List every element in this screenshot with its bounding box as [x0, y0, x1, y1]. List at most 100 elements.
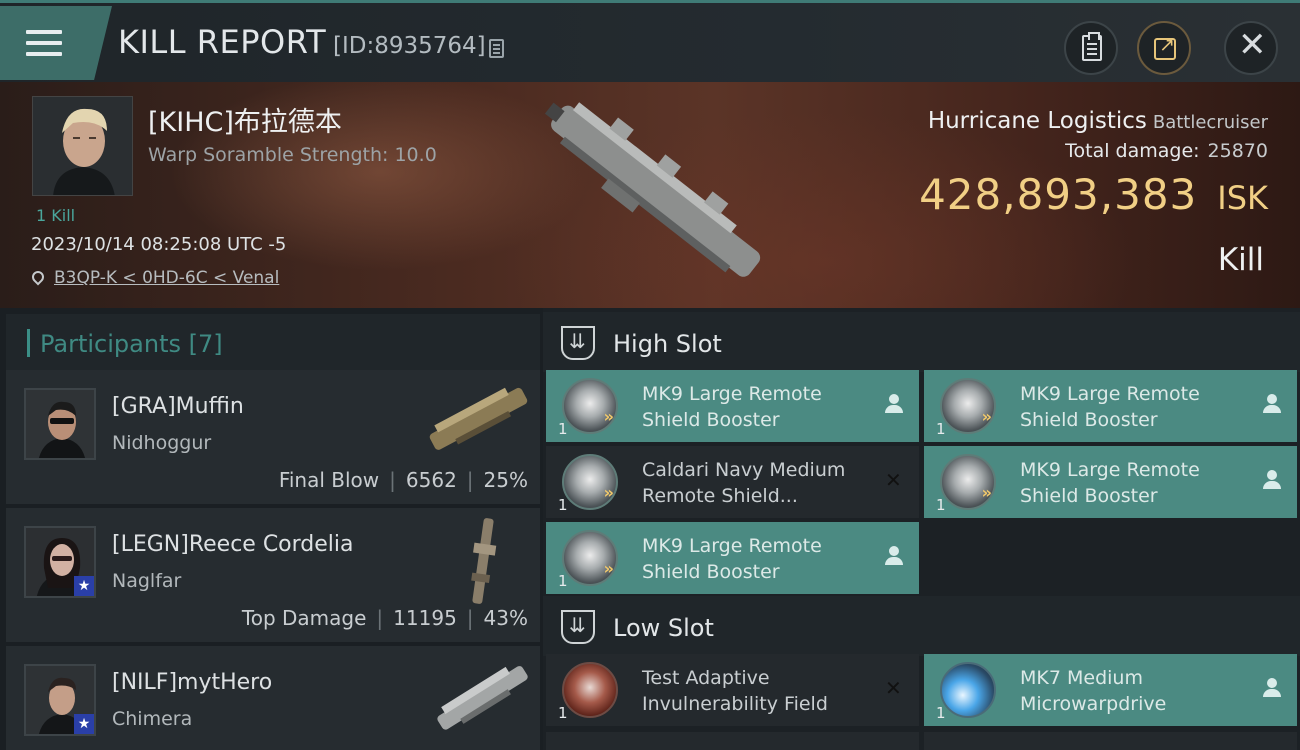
module-name: MK9 Large Remote Shield Booster	[642, 383, 822, 431]
low-slot-title: Low Slot	[613, 614, 714, 642]
module-slot[interactable]: » 1 MK9 Large Remote Shield Booster	[924, 446, 1297, 518]
participant-ship-image	[437, 666, 528, 730]
clipboard-button[interactable]	[1064, 21, 1118, 75]
module-quantity: 1	[936, 496, 946, 514]
warp-scramble-strength: Warp Soramble Strength: 10.0	[148, 144, 437, 166]
participant-damage: 11195	[393, 606, 457, 630]
isk-unit: ISK	[1217, 179, 1268, 217]
participant-role: Top Damage	[241, 606, 367, 630]
dropped-icon	[1261, 678, 1283, 700]
avatar[interactable]	[24, 388, 96, 460]
total-damage: Total damage: 25870	[1065, 140, 1268, 162]
module-slot[interactable]: » 1 MK9 Large Remote Shield Booster	[924, 370, 1297, 442]
participant-stats: Top Damage | 11195 | 43%	[241, 606, 528, 630]
close-button[interactable]: ✕	[1224, 21, 1278, 75]
module-slot[interactable]: » 1 Caldari Navy Medium Remote Shield...	[546, 446, 919, 518]
participant-ship: Chimera	[112, 708, 193, 730]
low-slot-icon	[561, 610, 595, 644]
module-quantity: 1	[558, 704, 568, 722]
shield-booster-icon: »	[940, 454, 996, 510]
result-label: Kill	[1217, 242, 1264, 278]
share-button[interactable]	[1137, 21, 1191, 75]
participants-panel: Participants [7] [GRA]Muffin Nidhoggur F…	[0, 308, 543, 750]
ship-name: Hurricane Logistics	[927, 108, 1147, 134]
star-icon: ★	[74, 714, 94, 734]
page-title: KILL REPORT	[118, 23, 327, 61]
damage-value: 25870	[1207, 140, 1268, 162]
module-slot-partial[interactable]	[546, 732, 919, 750]
participant-row[interactable]: ★ [NILF]mytHero Chimera	[6, 646, 540, 750]
dropped-icon	[1261, 394, 1283, 416]
copy-icon[interactable]	[489, 39, 504, 58]
dropped-icon	[1261, 470, 1283, 492]
shield-booster-icon: »	[562, 454, 618, 510]
module-quantity: 1	[558, 496, 568, 514]
module-name: MK9 Large Remote Shield Booster	[642, 535, 822, 583]
participant-role: Final Blow	[278, 468, 380, 492]
victim-ship-image	[544, 102, 761, 277]
avatar[interactable]: ★	[24, 526, 96, 598]
module-slot[interactable]: » 1 MK9 Large Remote Shield Booster	[546, 522, 919, 594]
module-name: MK9 Large Remote Shield Booster	[1020, 383, 1200, 431]
star-icon: ★	[74, 576, 94, 596]
participant-name[interactable]: [GRA]Muffin	[112, 394, 244, 419]
damage-label: Total damage:	[1065, 140, 1200, 162]
invulnerability-field-icon	[562, 662, 618, 718]
low-slot-header: Low Slot	[543, 596, 1300, 656]
victim-name[interactable]: [KIHC]布拉德本	[148, 100, 342, 139]
kill-timestamp: 2023/10/14 08:25:08 UTC -5	[31, 234, 287, 255]
participant-row[interactable]: [GRA]Muffin Nidhoggur Final Blow | 6562 | 25…	[6, 370, 540, 504]
module-quantity: 1	[558, 420, 568, 438]
menu-button[interactable]	[0, 6, 112, 80]
module-quantity: 1	[936, 704, 946, 722]
participant-name[interactable]: [LEGN]Reece Cordelia	[112, 532, 354, 557]
module-quantity: 1	[936, 420, 946, 438]
participant-ship: Naglfar	[112, 570, 182, 592]
module-quantity: 1	[558, 572, 568, 590]
module-slot[interactable]: 1 MK7 Medium Microwarpdrive	[924, 654, 1297, 726]
high-slot-header: High Slot	[543, 312, 1300, 372]
participant-damage: 6562	[405, 468, 457, 492]
clipboard-icon	[1082, 32, 1102, 61]
participant-name[interactable]: [NILF]mytHero	[112, 670, 272, 695]
victim-banner: 1 Kill [KIHC]布拉德本 Warp Soramble Strength…	[0, 82, 1300, 308]
participant-percent: 25%	[483, 468, 528, 492]
microwarpdrive-icon	[940, 662, 996, 718]
destroyed-icon	[883, 676, 905, 700]
share-icon	[1154, 34, 1176, 60]
header-accent	[27, 329, 30, 357]
avatar[interactable]: ★	[24, 664, 96, 736]
participant-ship-image	[429, 387, 528, 450]
participants-title: Participants [7]	[40, 330, 223, 358]
menu-icon	[26, 30, 62, 58]
location-link[interactable]: B3QP-K < 0HD-6C < Venal	[54, 268, 279, 288]
victim-ship[interactable]: Hurricane Logistics Battlecruiser	[928, 108, 1268, 134]
victim-portrait[interactable]	[32, 96, 133, 196]
participant-ship-image	[471, 518, 497, 604]
isk-amount: 428,893,383	[919, 170, 1198, 219]
participants-header: Participants [7]	[6, 314, 540, 372]
participant-row[interactable]: ★ [LEGN]Reece Cordelia Naglfar Top Damag…	[6, 508, 540, 642]
participant-stats: Final Blow | 6562 | 25%	[278, 468, 528, 492]
module-slot-partial[interactable]	[924, 732, 1297, 750]
kill-count: 1 Kill	[36, 206, 76, 225]
fitting-panel: High Slot » 1 MK9 Large Remote Shield Bo…	[543, 308, 1300, 750]
header-bar: KILL REPORT [ID:8935764] ✕	[0, 0, 1300, 82]
module-name: Test Adaptive Invulnerability Field	[642, 667, 828, 715]
module-slot[interactable]: 1 Test Adaptive Invulnerability Field	[546, 654, 919, 726]
module-name: MK9 Large Remote Shield Booster	[1020, 459, 1200, 507]
report-id: [ID:8935764]	[333, 33, 486, 59]
close-icon: ✕	[1238, 25, 1267, 65]
high-slot-icon	[561, 326, 595, 360]
shield-booster-icon: »	[940, 378, 996, 434]
isk-value: 428,893,383 ISK	[919, 170, 1268, 219]
module-slot[interactable]: » 1 MK9 Large Remote Shield Booster	[546, 370, 919, 442]
shield-booster-icon: »	[562, 378, 618, 434]
dropped-icon	[883, 546, 905, 568]
kill-location[interactable]: B3QP-K < 0HD-6C < Venal	[29, 268, 279, 288]
module-name: Caldari Navy Medium Remote Shield...	[642, 459, 846, 507]
participant-percent: 43%	[483, 606, 528, 630]
module-name: MK7 Medium Microwarpdrive	[1020, 667, 1167, 715]
high-slot-title: High Slot	[613, 330, 722, 358]
participant-ship: Nidhoggur	[112, 432, 212, 454]
